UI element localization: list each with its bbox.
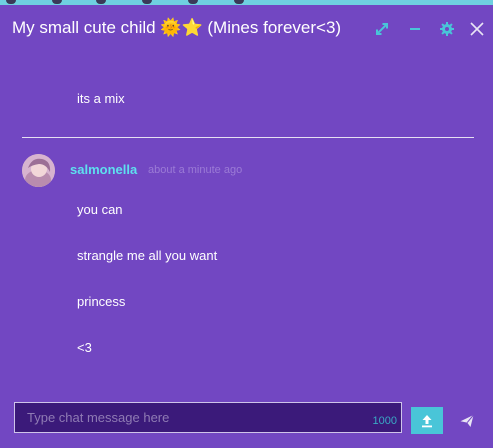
chat-message: strangle me all you want [77,248,218,263]
send-icon [460,414,474,427]
close-button[interactable] [467,19,487,39]
chat-message: princess [77,294,126,309]
message-timestamp: about a minute ago [148,164,243,176]
message-author[interactable]: salmonella [70,162,137,177]
upload-icon [422,414,432,427]
gear-icon [440,22,454,36]
chat-message: its a mix [77,91,125,106]
chat-message: <3 [77,340,92,355]
expand-icon [376,23,388,35]
chat-composer: 1000 [14,402,402,433]
minimize-button[interactable] [405,19,425,39]
send-button[interactable] [454,407,480,434]
minimize-icon [410,28,420,30]
chat-title: My small cute child 🌞⭐ (Mines forever<3) [12,18,342,37]
upload-button[interactable] [411,407,443,434]
close-icon [470,22,484,36]
chat-header: My small cute child 🌞⭐ (Mines forever<3) [0,5,493,51]
chat-message: you can [77,202,123,217]
character-limit: 1000 [372,415,397,427]
chat-message-input[interactable] [15,403,355,432]
avatar[interactable] [22,154,55,187]
expand-button[interactable] [372,19,392,39]
message-divider [22,137,474,138]
settings-button[interactable] [437,19,457,39]
